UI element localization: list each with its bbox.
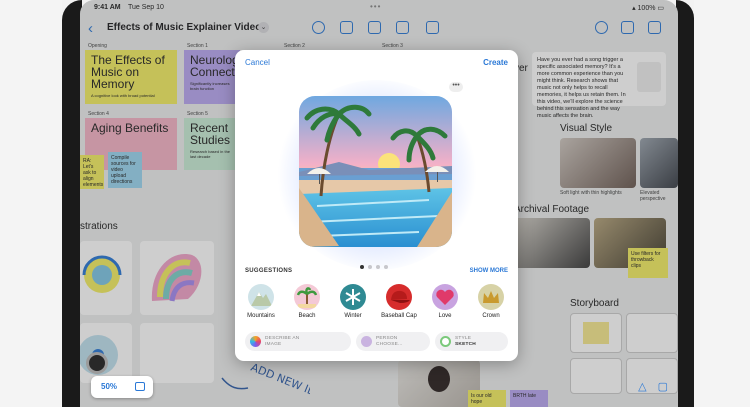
pool-sunset-image — [299, 96, 452, 247]
person-choose-button[interactable]: PERSON CHOOSE... — [356, 332, 430, 351]
page-dot — [384, 265, 388, 269]
chip-label: Crown — [482, 313, 500, 319]
cap-icon — [386, 284, 412, 310]
describe-text: DESCRIBE AN IMAGE — [265, 336, 300, 347]
mountain-icon — [248, 284, 274, 310]
chip-label: Beach — [298, 313, 316, 319]
cancel-button[interactable]: Cancel — [245, 58, 270, 67]
sparkle-icon — [250, 336, 261, 347]
square-tool-icon[interactable]: ▢ — [658, 381, 668, 393]
page-dot — [376, 265, 380, 269]
page-indicator — [360, 256, 392, 274]
page-dot-active — [360, 265, 364, 269]
chip-label: Mountains — [247, 313, 275, 319]
zoom-percent[interactable]: 50% — [101, 382, 117, 391]
describe-image-button[interactable]: DESCRIBE AN IMAGE — [245, 332, 351, 351]
image-playground-sheet: Cancel Create ••• SUGGESTIONS SHOW MORE … — [235, 50, 518, 361]
bottom-toolbar: △ ▢ — [638, 380, 668, 393]
palm-tree-icon — [294, 284, 320, 310]
show-more-button[interactable]: SHOW MORE — [470, 268, 508, 274]
chip-label: Love — [438, 313, 452, 319]
chip-label: Winter — [344, 313, 362, 319]
style-sketch-button[interactable]: STYLE SKETCH — [435, 332, 508, 351]
device-surround-left — [0, 0, 62, 407]
style-icon — [440, 336, 451, 347]
suggestion-love[interactable]: Love — [425, 284, 465, 319]
page-dot — [368, 265, 372, 269]
zoom-fit-icon[interactable] — [135, 382, 145, 391]
generated-image[interactable] — [299, 96, 452, 247]
person-icon — [361, 336, 372, 347]
suggestion-crown[interactable]: Crown — [471, 284, 511, 319]
crown-icon — [478, 284, 504, 310]
suggestion-baseball-cap[interactable]: Baseball Cap — [379, 284, 419, 319]
chip-label: Baseball Cap — [381, 313, 417, 319]
triangle-tool-icon[interactable]: △ — [638, 381, 646, 393]
suggestion-winter[interactable]: Winter — [333, 284, 373, 319]
heart-icon — [432, 284, 458, 310]
suggestion-mountains[interactable]: Mountains — [241, 284, 281, 319]
create-button[interactable]: Create — [483, 58, 508, 67]
person-text: PERSON CHOOSE... — [376, 336, 403, 347]
ipad-screen: 9:41 AM Tue Sep 10 ▴ 100% ▭ ‹ Effects of… — [80, 0, 678, 407]
suggestions-label: SUGGESTIONS — [245, 268, 293, 274]
device-bezel-left — [62, 0, 82, 407]
more-options-button[interactable]: ••• — [449, 82, 463, 92]
suggestion-beach[interactable]: Beach — [287, 284, 327, 319]
style-text: STYLE SKETCH — [455, 336, 476, 347]
zoom-control[interactable]: 50% — [91, 376, 153, 398]
suggestion-chips: Mountains Beach Winter Baseball Cap Love… — [241, 284, 513, 324]
device-bezel-right — [676, 0, 694, 407]
snowflake-icon — [340, 284, 366, 310]
device-surround-right — [694, 0, 750, 407]
